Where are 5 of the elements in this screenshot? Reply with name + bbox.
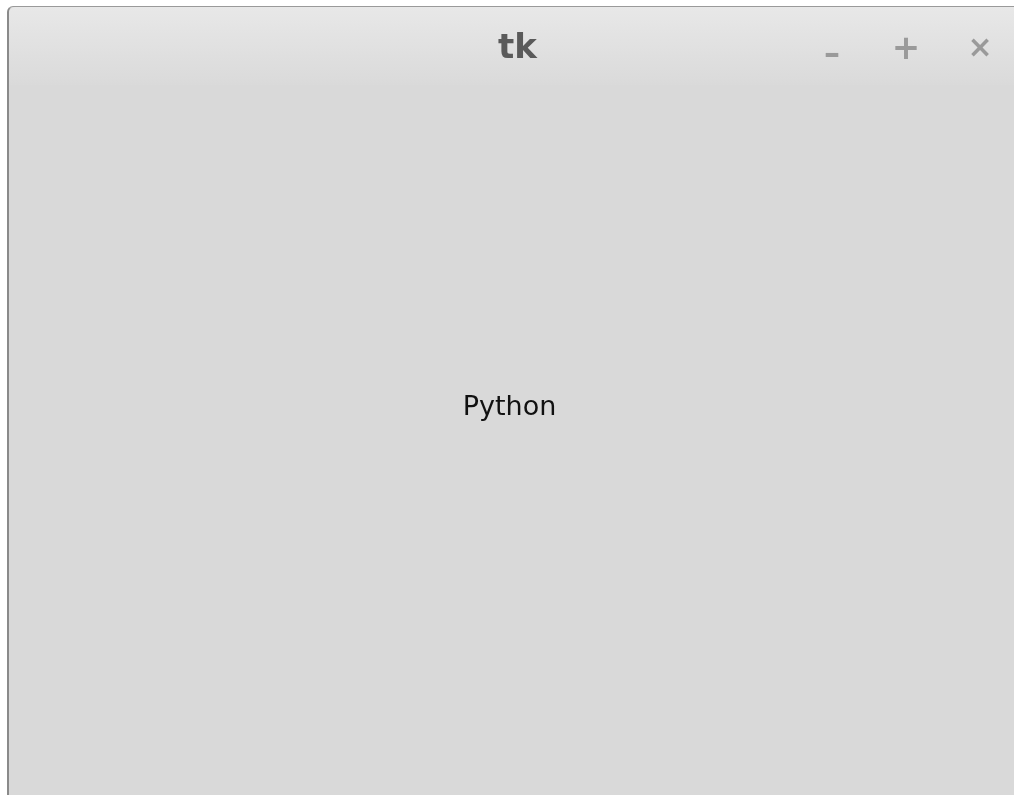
window-title: tk <box>498 26 537 66</box>
label-text: Python <box>462 390 557 421</box>
maximize-button[interactable]: + <box>880 25 932 69</box>
close-button[interactable]: × <box>954 25 1006 69</box>
minimize-button[interactable]: – <box>806 25 858 69</box>
